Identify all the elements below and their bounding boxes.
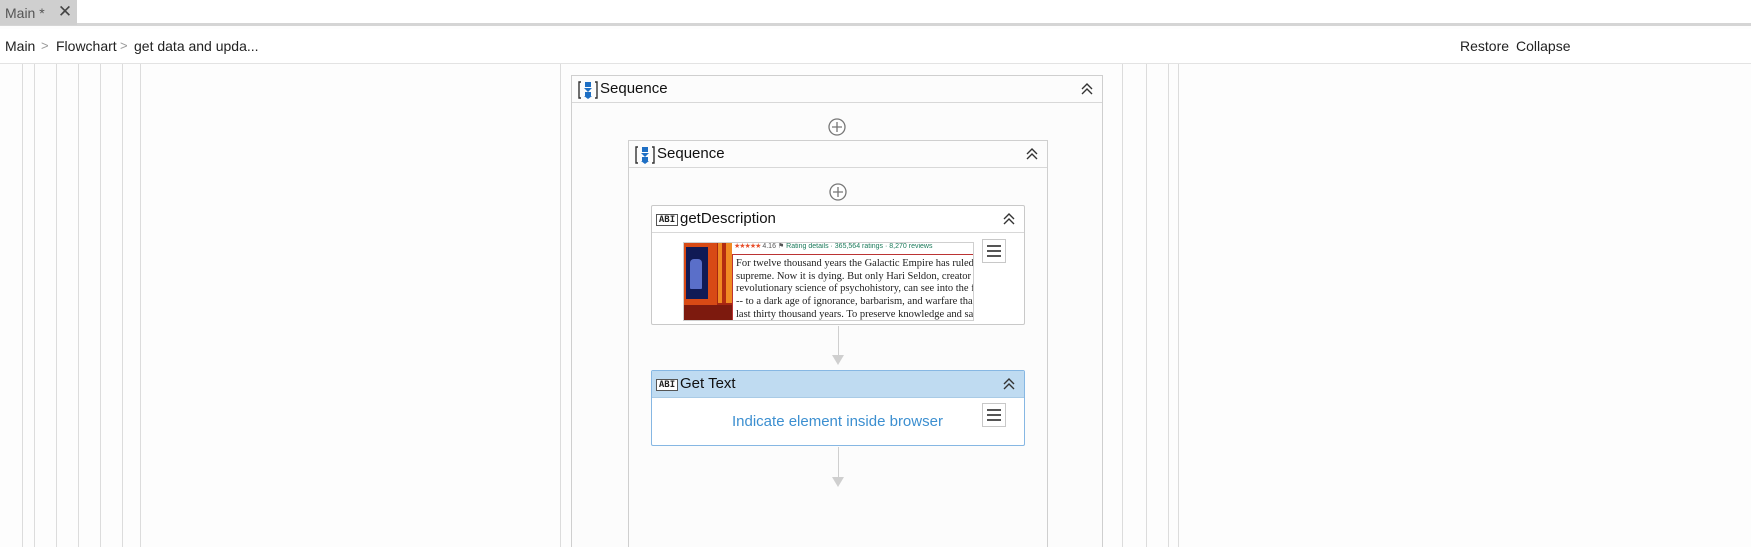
rating-stars: ★★★★★ bbox=[734, 243, 761, 250]
chevron-right-icon: > bbox=[41, 38, 49, 53]
inner-sequence-header[interactable]: Sequence bbox=[629, 141, 1047, 168]
get-text-title: Get Text bbox=[680, 375, 736, 392]
description-line: For twelve thousand years the Galactic E… bbox=[736, 258, 974, 269]
collapse-icon[interactable] bbox=[1002, 212, 1016, 226]
get-text-icon: ABI bbox=[656, 214, 678, 226]
breadcrumb-item-main[interactable]: Main bbox=[5, 38, 35, 54]
tab-main-label: Main * bbox=[5, 4, 45, 21]
collapse-icon[interactable] bbox=[1080, 82, 1094, 96]
nesting-line bbox=[1122, 64, 1123, 547]
collapse-icon[interactable] bbox=[1002, 377, 1016, 391]
nesting-line bbox=[100, 64, 101, 547]
nesting-line bbox=[22, 64, 23, 547]
description-line: revolutionary science of psychohistory, … bbox=[736, 283, 974, 295]
nesting-line bbox=[1178, 64, 1179, 547]
element-screenshot-preview[interactable]: ★★★★★ 4.16 ⚑ Rating details · 365,564 ra… bbox=[683, 242, 974, 321]
collapse-button[interactable]: Collapse bbox=[1516, 38, 1570, 54]
collapse-icon[interactable] bbox=[1025, 147, 1039, 161]
add-activity-icon[interactable] bbox=[828, 182, 848, 202]
designer-canvas[interactable]: Sequence Sequence ABI getDescription ★★★… bbox=[0, 64, 1751, 547]
breadcrumb-item-current[interactable]: get data and upda... bbox=[134, 38, 259, 54]
nesting-line bbox=[122, 64, 123, 547]
nesting-line bbox=[1168, 64, 1169, 547]
get-text-header[interactable]: ABI Get Text bbox=[652, 371, 1024, 398]
nesting-line bbox=[1146, 64, 1147, 547]
rating-details: Rating details · 365,564 ratings · 8,270… bbox=[786, 243, 933, 250]
get-description-title: getDescription bbox=[680, 210, 776, 227]
inner-sequence[interactable]: Sequence ABI getDescription ★★★★★ 4.16 ⚑… bbox=[628, 140, 1048, 547]
get-description-activity[interactable]: ABI getDescription ★★★★★ 4.16 ⚑ Rating d… bbox=[651, 205, 1025, 325]
connector-line bbox=[838, 326, 839, 356]
tab-main[interactable]: Main * ✕ bbox=[0, 0, 77, 25]
nesting-line bbox=[560, 64, 561, 547]
nesting-line bbox=[34, 64, 35, 547]
options-menu-button[interactable] bbox=[982, 403, 1006, 427]
nesting-line bbox=[56, 64, 57, 547]
close-icon[interactable]: ✕ bbox=[56, 3, 74, 21]
arrow-down-icon bbox=[832, 355, 844, 365]
arrow-down-icon bbox=[832, 477, 844, 487]
outer-sequence-title: Sequence bbox=[600, 80, 668, 97]
breadcrumb-item-flowchart[interactable]: Flowchart bbox=[56, 38, 117, 54]
sequence-icon bbox=[635, 146, 655, 164]
restore-button[interactable]: Restore bbox=[1460, 38, 1509, 54]
options-menu-button[interactable] bbox=[982, 239, 1006, 263]
add-activity-icon[interactable] bbox=[827, 117, 847, 137]
get-description-header[interactable]: ABI getDescription bbox=[652, 206, 1024, 233]
flag-icon: ⚑ bbox=[777, 243, 785, 250]
description-line: supreme. Now it is dying. But only Hari … bbox=[736, 270, 974, 282]
breadcrumb: Main > Flowchart > get data and upda... … bbox=[0, 29, 1751, 64]
document-tab-bar: Main * ✕ bbox=[0, 0, 1751, 26]
book-cover-image bbox=[684, 243, 732, 320]
get-text-activity[interactable]: ABI Get Text Indicate element inside bro… bbox=[651, 370, 1025, 446]
chevron-right-icon: > bbox=[120, 38, 128, 53]
sequence-icon bbox=[578, 81, 598, 99]
connector-line bbox=[838, 447, 839, 477]
nesting-line bbox=[78, 64, 79, 547]
get-text-icon: ABI bbox=[656, 379, 678, 391]
description-line: last thirty thousand years. To preserve … bbox=[736, 308, 974, 320]
outer-sequence-header[interactable]: Sequence bbox=[572, 76, 1102, 103]
rating-value: 4.16 bbox=[762, 243, 776, 250]
outer-sequence[interactable]: Sequence Sequence ABI getDescription ★★★… bbox=[571, 75, 1103, 547]
rating-line: ★★★★★ 4.16 ⚑ Rating details · 365,564 ra… bbox=[734, 243, 973, 252]
description-line: -- to a dark age of ignorance, barbarism… bbox=[736, 296, 973, 308]
description-text: For twelve thousand years the Galactic E… bbox=[732, 254, 974, 320]
indicate-element-link[interactable]: Indicate element inside browser bbox=[732, 413, 943, 430]
inner-sequence-title: Sequence bbox=[657, 145, 725, 162]
nesting-line bbox=[140, 64, 141, 547]
